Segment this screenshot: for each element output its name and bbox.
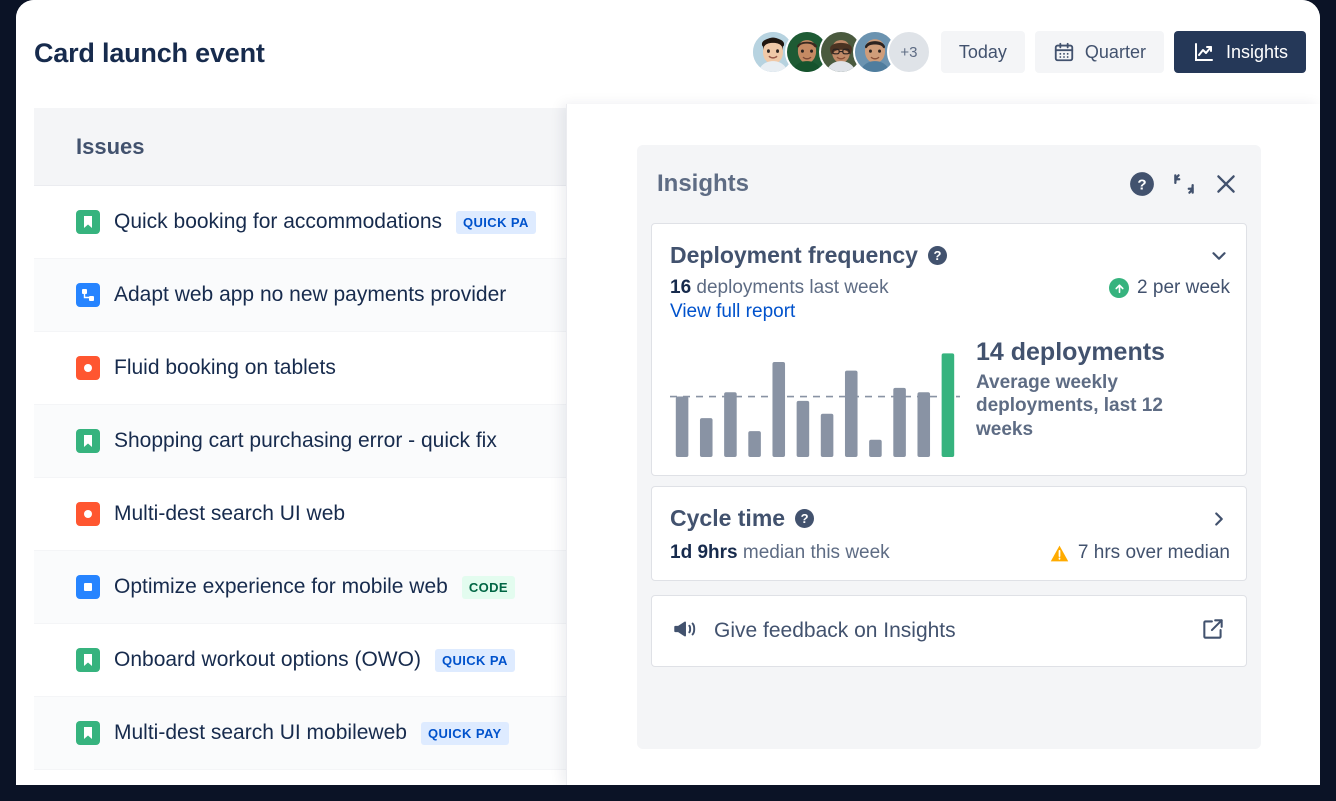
cycle-time-stat: 1d 9hrs median this week xyxy=(670,542,1049,564)
help-icon[interactable]: ? xyxy=(1129,171,1155,197)
today-button-label: Today xyxy=(959,42,1007,63)
chart-bar xyxy=(724,392,737,457)
deployment-frequency-card[interactable]: Deployment frequency ? 16 deployments la… xyxy=(651,223,1247,476)
give-feedback-row[interactable]: Give feedback on Insights xyxy=(651,595,1247,667)
chevron-down-icon[interactable] xyxy=(1208,245,1230,267)
chart-bar xyxy=(797,401,810,457)
issue-title: Multi-dest search UI mobileweb xyxy=(114,721,407,745)
issue-title: Quick booking for accommodations xyxy=(114,210,442,234)
cycle-time-stat-value: 1d 9hrs xyxy=(670,542,738,563)
cycle-time-card-header: Cycle time ? xyxy=(652,487,1246,532)
insights-panel-title: Insights xyxy=(657,170,1129,198)
insights-button-label: Insights xyxy=(1226,42,1288,63)
story-icon xyxy=(76,429,100,453)
cycle-time-card-stats: 1d 9hrs median this week 7 hrs over medi… xyxy=(652,532,1246,564)
issue-tag: QUICK PA xyxy=(456,211,536,234)
chevron-right-icon[interactable] xyxy=(1208,508,1230,530)
insights-container: Insights ? xyxy=(637,145,1261,749)
story-icon xyxy=(76,648,100,672)
quarter-button[interactable]: Quarter xyxy=(1035,31,1164,73)
cycle-time-help-icon[interactable]: ? xyxy=(795,509,814,528)
top-bar: Card launch event +3 Today xyxy=(16,0,1320,92)
page-title: Card launch event xyxy=(34,38,265,69)
quarter-button-label: Quarter xyxy=(1085,42,1146,63)
deployment-stat: 16 deployments last week xyxy=(670,277,1109,299)
avatar-overflow-count[interactable]: +3 xyxy=(887,30,931,74)
issue-tag: QUICK PAY xyxy=(421,722,509,745)
chart-bar xyxy=(748,431,761,457)
cycle-time-card-title: Cycle time ? xyxy=(670,505,1208,532)
issue-title: Fluid booking on tablets xyxy=(114,356,336,380)
issue-title: Adapt web app no new payments provider xyxy=(114,283,506,307)
issue-tag: CODE xyxy=(462,576,515,599)
close-icon[interactable] xyxy=(1213,171,1239,197)
deployment-card-title-text: Deployment frequency xyxy=(670,242,918,269)
issue-title: Onboard workout options (OWO) xyxy=(114,648,421,672)
cycle-time-card-title-text: Cycle time xyxy=(670,505,785,532)
issue-title: Shopping cart purchasing error - quick f… xyxy=(114,429,497,453)
arrow-up-icon xyxy=(1109,278,1129,298)
bug-icon xyxy=(76,356,100,380)
external-link-icon[interactable] xyxy=(1200,616,1226,647)
subtask-icon xyxy=(76,575,100,599)
chart-bar xyxy=(772,362,785,457)
give-feedback-label: Give feedback on Insights xyxy=(714,619,1184,643)
chart-bar xyxy=(845,371,858,457)
insights-header: Insights ? xyxy=(637,145,1261,223)
deployment-help-icon[interactable]: ? xyxy=(928,246,947,265)
deployment-card-header: Deployment frequency ? xyxy=(652,224,1246,269)
svg-text:?: ? xyxy=(1137,176,1146,193)
top-bar-actions: +3 Today Q xyxy=(751,30,1306,74)
story-icon xyxy=(76,721,100,745)
chart-bar xyxy=(869,440,882,457)
cycle-time-warning: 7 hrs over median xyxy=(1049,542,1230,564)
deployment-chart-area: 14 deployments Average weekly deployment… xyxy=(652,323,1246,475)
chart-bar xyxy=(700,418,713,457)
deployment-stat-text: deployments last week xyxy=(691,277,889,298)
view-full-report-link[interactable]: View full report xyxy=(652,299,1246,323)
deployment-trend: 2 per week xyxy=(1109,277,1230,299)
deployment-card-title: Deployment frequency ? xyxy=(670,242,1208,269)
insights-overlay-panel: Insights ? xyxy=(566,104,1320,785)
insights-button[interactable]: Insights xyxy=(1174,31,1306,73)
avatar-group[interactable]: +3 xyxy=(751,30,931,74)
refresh-icon[interactable] xyxy=(1171,171,1197,197)
insights-header-actions: ? xyxy=(1129,171,1239,197)
issue-tag: QUICK PA xyxy=(435,649,515,672)
calendar-icon xyxy=(1053,41,1075,63)
cycle-time-card[interactable]: Cycle time ? 1d 9hrs median this week xyxy=(651,486,1247,581)
app-window: Card launch event +3 Today xyxy=(16,0,1320,785)
cycle-time-stat-text: median this week xyxy=(738,542,890,563)
chart-legend: 14 deployments Average weekly deployment… xyxy=(976,337,1194,442)
chart-bar xyxy=(676,397,689,457)
bug-icon xyxy=(76,502,100,526)
issues-column-header-label: Issues xyxy=(76,134,145,160)
warning-triangle-icon xyxy=(1049,543,1070,564)
issue-title: Optimize experience for mobile web xyxy=(114,575,448,599)
issue-title: Multi-dest search UI web xyxy=(114,502,345,526)
task-icon xyxy=(76,283,100,307)
deployment-stat-value: 16 xyxy=(670,277,691,298)
megaphone-icon xyxy=(672,616,698,647)
deployment-trend-label: 2 per week xyxy=(1137,277,1230,299)
cycle-time-warning-label: 7 hrs over median xyxy=(1078,542,1230,564)
chart-legend-value: 14 deployments xyxy=(976,339,1194,367)
deployment-card-stats: 16 deployments last week 2 per week xyxy=(652,269,1246,299)
chart-bar xyxy=(917,392,930,457)
chart-bar xyxy=(942,353,955,457)
insights-chart-icon xyxy=(1192,40,1216,64)
chart-bar xyxy=(893,388,906,457)
chart-legend-description: Average weekly deployments, last 12 week… xyxy=(976,371,1194,442)
chart-bar xyxy=(821,414,834,457)
today-button[interactable]: Today xyxy=(941,31,1025,73)
story-icon xyxy=(76,210,100,234)
deployment-frequency-bar-chart xyxy=(670,337,960,459)
